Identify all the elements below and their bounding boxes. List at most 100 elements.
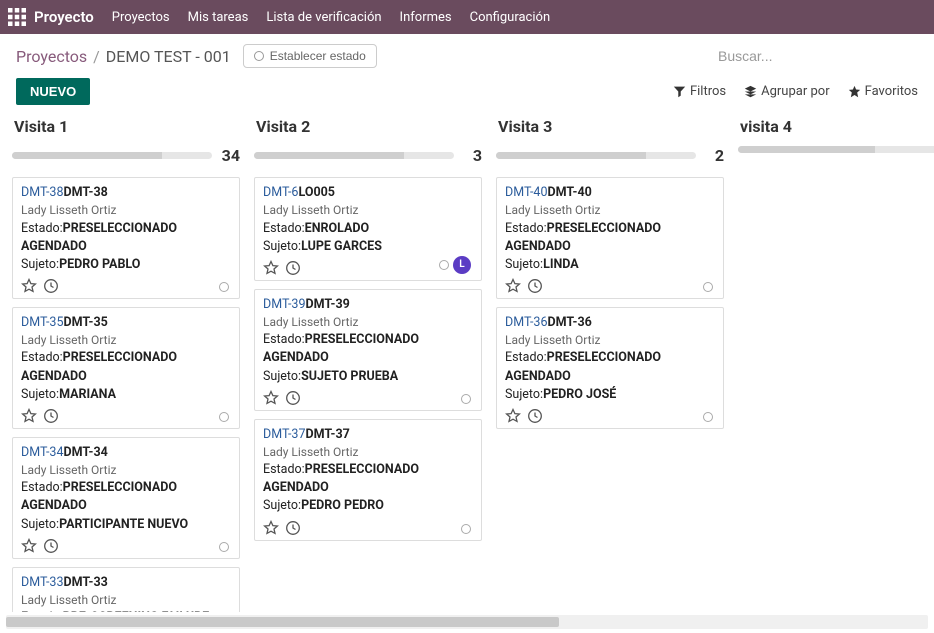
- card-assignee: Lady Lisseth Ortiz: [21, 592, 231, 609]
- clock-icon[interactable]: [285, 260, 301, 276]
- favorites-label: Favoritos: [865, 84, 918, 99]
- star-icon[interactable]: [263, 390, 279, 406]
- star-icon[interactable]: [505, 278, 521, 294]
- clock-icon[interactable]: [43, 538, 59, 554]
- star-icon[interactable]: [263, 260, 279, 276]
- card-estado: Estado:PRESELECCIONADO AGENDADO: [505, 220, 715, 256]
- card-right: L: [439, 256, 471, 274]
- scrollbar-thumb[interactable]: [6, 617, 559, 627]
- clock-icon[interactable]: [285, 390, 301, 406]
- card-estado: Estado:ENROLADO: [263, 220, 473, 238]
- column-count: 34: [220, 146, 240, 165]
- card-footer: [263, 390, 473, 406]
- clock-icon[interactable]: [527, 278, 543, 294]
- breadcrumb-current: DEMO TEST - 001: [106, 47, 231, 66]
- column-title[interactable]: Visita 3: [496, 117, 724, 136]
- card-assignee: Lady Lisseth Ortiz: [263, 314, 473, 331]
- subheader: Proyectos / DEMO TEST - 001 Establecer e…: [0, 34, 934, 74]
- card-assignee: Lady Lisseth Ortiz: [263, 202, 473, 219]
- kanban-column: Visita 134DMT-38DMT-38Lady Lisseth Ortiz…: [12, 117, 240, 612]
- card-right: [219, 412, 229, 422]
- star-icon[interactable]: [263, 520, 279, 536]
- favorites-button[interactable]: Favoritos: [848, 84, 918, 99]
- avatar[interactable]: L: [453, 256, 471, 274]
- card-sujeto: Sujeto:PEDRO PEDRO: [263, 497, 473, 515]
- kanban-column: visita 4: [738, 117, 934, 612]
- card-assignee: Lady Lisseth Ortiz: [505, 202, 715, 219]
- card-title: DMT-36DMT-36: [505, 314, 715, 332]
- kanban-card[interactable]: DMT-35DMT-35Lady Lisseth OrtizEstado:PRE…: [12, 307, 240, 429]
- kanban-card[interactable]: DMT-39DMT-39Lady Lisseth OrtizEstado:PRE…: [254, 289, 482, 411]
- state-circle-icon[interactable]: [439, 260, 449, 270]
- kanban-card[interactable]: DMT-38DMT-38Lady Lisseth OrtizEstado:PRE…: [12, 177, 240, 299]
- new-button[interactable]: NUEVO: [16, 78, 90, 105]
- card-title: DMT-38DMT-38: [21, 184, 231, 202]
- column-title[interactable]: visita 4: [738, 117, 934, 136]
- state-circle-icon[interactable]: [219, 282, 229, 292]
- kanban-card[interactable]: DMT-36DMT-36Lady Lisseth OrtizEstado:PRE…: [496, 307, 724, 429]
- column-title[interactable]: Visita 2: [254, 117, 482, 136]
- set-state-label: Establecer estado: [270, 49, 366, 63]
- nav-item-config[interactable]: Configuración: [470, 10, 551, 25]
- card-right: [461, 524, 471, 534]
- kanban-card[interactable]: DMT-6LO005Lady Lisseth OrtizEstado:ENROL…: [254, 177, 482, 281]
- horizontal-scrollbar[interactable]: [6, 615, 928, 629]
- kanban-board: Visita 134DMT-38DMT-38Lady Lisseth Ortiz…: [0, 117, 934, 612]
- card-sujeto: Sujeto:LUPE GARCES: [263, 238, 473, 256]
- set-state-button[interactable]: Establecer estado: [243, 44, 377, 68]
- star-icon[interactable]: [505, 408, 521, 424]
- nav-item-mistareas[interactable]: Mis tareas: [188, 10, 249, 25]
- nav-item-proyectos[interactable]: Proyectos: [112, 10, 170, 25]
- state-circle-icon[interactable]: [703, 412, 713, 422]
- card-assignee: Lady Lisseth Ortiz: [21, 462, 231, 479]
- kanban-column: Visita 3 2 DMT-40DMT-40Lady Lisseth OrtizE…: [496, 117, 724, 612]
- star-icon[interactable]: [21, 538, 37, 554]
- kanban-card[interactable]: DMT-40DMT-40Lady Lisseth OrtizEstado:PRE…: [496, 177, 724, 299]
- card-footer: [263, 520, 473, 536]
- breadcrumb-parent[interactable]: Proyectos: [16, 47, 87, 66]
- kanban-card[interactable]: DMT-34DMT-34Lady Lisseth OrtizEstado:PRE…: [12, 437, 240, 559]
- search-input[interactable]: [718, 48, 918, 65]
- state-circle-icon[interactable]: [703, 282, 713, 292]
- card-estado: Estado:PRESELECCIONADO AGENDADO: [21, 349, 231, 385]
- clock-icon[interactable]: [527, 408, 543, 424]
- clock-icon[interactable]: [43, 278, 59, 294]
- star-icon[interactable]: [21, 278, 37, 294]
- column-progress: 3: [254, 146, 482, 165]
- kanban-card[interactable]: DMT-33DMT-33Lady Lisseth OrtizEstado:PRE…: [12, 567, 240, 612]
- card-sujeto: Sujeto:MARIANA: [21, 386, 231, 404]
- kanban-card[interactable]: DMT-37DMT-37Lady Lisseth OrtizEstado:PRE…: [254, 419, 482, 541]
- nav-item-informes[interactable]: Informes: [400, 10, 452, 25]
- layers-icon: [744, 85, 757, 98]
- apps-icon[interactable]: [8, 8, 26, 26]
- card-footer: [505, 278, 715, 294]
- state-circle-icon[interactable]: [461, 524, 471, 534]
- card-footer: [21, 278, 231, 294]
- filters-label: Filtros: [690, 84, 726, 99]
- clock-icon[interactable]: [285, 520, 301, 536]
- state-circle-icon[interactable]: [461, 394, 471, 404]
- column-count: 2: [704, 146, 724, 165]
- funnel-icon: [673, 85, 686, 98]
- groupby-label: Agrupar por: [761, 84, 829, 99]
- nav-item-lista[interactable]: Lista de verificación: [266, 10, 381, 25]
- card-assignee: Lady Lisseth Ortiz: [21, 202, 231, 219]
- column-title[interactable]: Visita 1: [12, 117, 240, 136]
- card-title: DMT-6LO005: [263, 184, 473, 202]
- state-circle-icon[interactable]: [219, 412, 229, 422]
- card-sujeto: Sujeto:PARTICIPANTE NUEVO: [21, 516, 231, 534]
- progress-bar: [738, 146, 934, 153]
- brand-label: Proyecto: [34, 8, 94, 26]
- column-progress: 2: [496, 146, 724, 165]
- groupby-button[interactable]: Agrupar por: [744, 84, 829, 99]
- progress-fill: [496, 152, 646, 159]
- state-circle-icon[interactable]: [219, 542, 229, 552]
- clock-icon[interactable]: [43, 408, 59, 424]
- state-dot-icon: [254, 51, 264, 61]
- card-sujeto: Sujeto:LINDA: [505, 256, 715, 274]
- card-title: DMT-35DMT-35: [21, 314, 231, 332]
- filters-button[interactable]: Filtros: [673, 84, 726, 99]
- star-icon[interactable]: [21, 408, 37, 424]
- progress-fill: [254, 152, 404, 159]
- column-progress: [738, 146, 934, 153]
